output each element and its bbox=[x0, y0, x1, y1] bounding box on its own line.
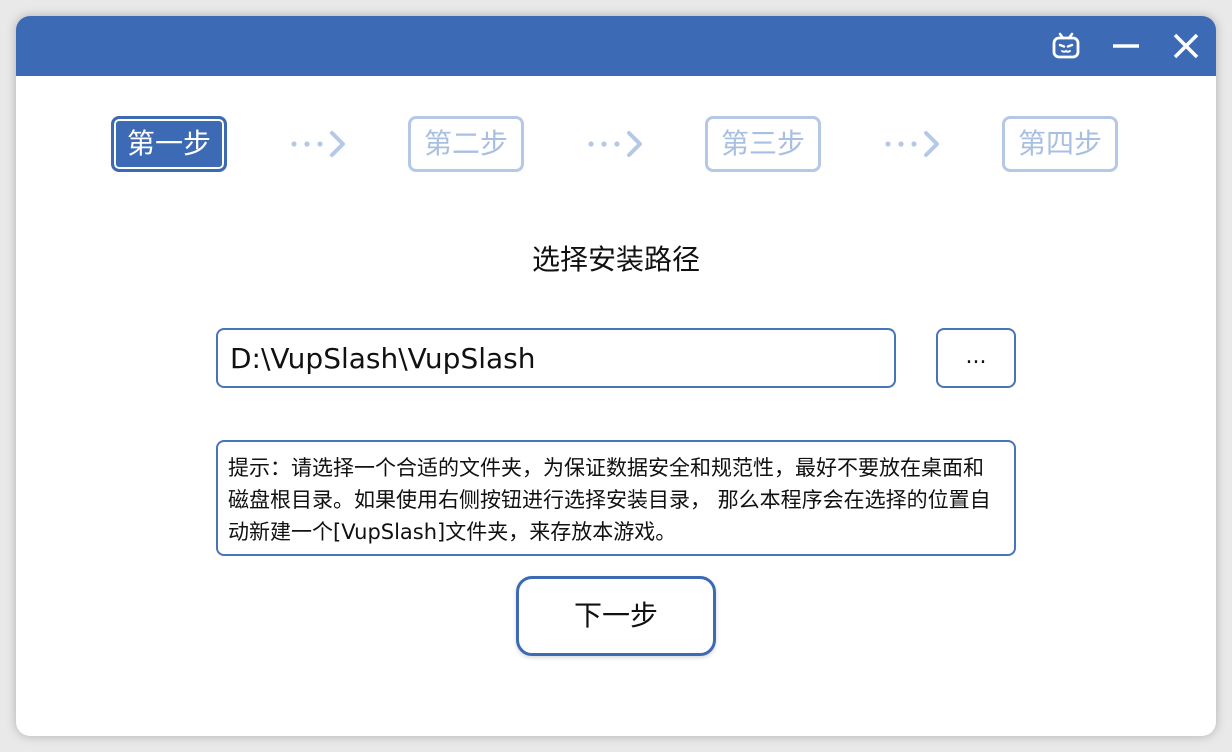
title-bar[interactable] bbox=[16, 16, 1216, 76]
step-1: 第一步 bbox=[111, 116, 227, 172]
dotted-arrow-icon bbox=[585, 128, 645, 160]
bilibili-tv-icon[interactable] bbox=[1050, 30, 1082, 62]
dotted-arrow-icon bbox=[288, 128, 348, 160]
install-path-input[interactable] bbox=[216, 328, 896, 388]
minimize-icon[interactable] bbox=[1110, 30, 1142, 62]
next-step-button[interactable]: 下一步 bbox=[516, 576, 716, 656]
close-icon[interactable] bbox=[1170, 30, 1202, 62]
step-3: 第三步 bbox=[705, 116, 821, 172]
step-indicator: 第一步 第二步 第三步 第四步 bbox=[16, 116, 1216, 176]
hint-text: 提示：请选择一个合适的文件夹，为保证数据安全和规范性，最好不要放在桌面和磁盘根目… bbox=[216, 440, 1016, 556]
installer-window: 第一步 第二步 第三步 第四步 选择安装路径 D:\VupSlash\VupSl… bbox=[16, 16, 1216, 736]
step-2: 第二步 bbox=[408, 116, 524, 172]
step-4: 第四步 bbox=[1002, 116, 1118, 172]
dotted-arrow-icon bbox=[882, 128, 942, 160]
browse-button[interactable]: ... bbox=[936, 328, 1016, 388]
page-title: 选择安装路径 bbox=[531, 243, 700, 276]
